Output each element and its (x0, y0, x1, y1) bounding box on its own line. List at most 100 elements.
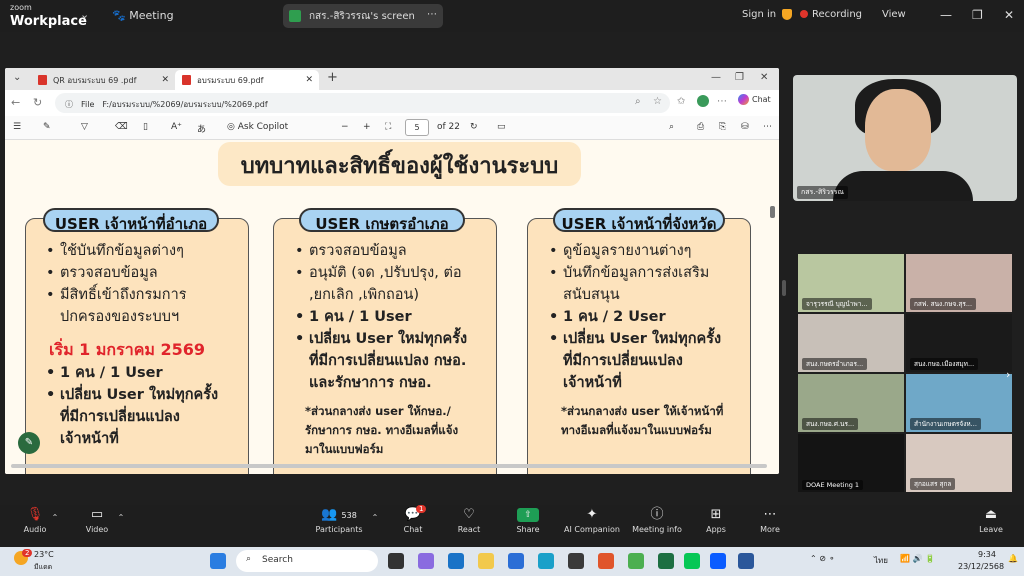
ask-copilot-button[interactable]: ◎ Ask Copilot (227, 122, 288, 132)
participant-tile[interactable]: สุกอแสร สุกล (906, 434, 1012, 492)
firefox-icon[interactable] (598, 553, 614, 569)
new-tab-icon[interactable]: + (327, 70, 338, 85)
shared-browser-window: ⌄ QR อบรมระบบ 69 .pdf ✕ อบรมระบบ 69.pdf ✕ … (5, 68, 779, 474)
read-aloud-icon[interactable]: A⁺ (171, 122, 182, 132)
leave-button[interactable]: ⏏ Leave (956, 505, 1024, 534)
restore-icon[interactable]: ❐ (972, 8, 983, 22)
task-view-icon[interactable] (388, 553, 404, 569)
refresh-icon[interactable]: ↻ (33, 96, 42, 109)
vertical-scrollbar[interactable] (770, 206, 775, 218)
network-volume-icon[interactable]: 📶 🔊 🔋 (900, 554, 935, 563)
rotate-icon[interactable]: ↻ (470, 122, 478, 132)
more-button[interactable]: ⋯ More (735, 505, 805, 534)
restore-icon[interactable]: ❐ (735, 72, 744, 83)
clock-date[interactable]: 23/12/2568 (958, 562, 1004, 571)
copilot-chat-button[interactable]: Chat (738, 94, 771, 105)
contents-icon[interactable]: ☰ (13, 122, 21, 132)
page-number-input[interactable]: 5 (405, 119, 429, 136)
tray-icons[interactable]: ⌃ ⊘ ⚬ (810, 554, 835, 563)
view-button[interactable]: View (882, 9, 906, 20)
close-tab-icon[interactable]: ✕ (161, 75, 169, 85)
back-icon[interactable]: ← (11, 96, 20, 109)
browser-tab-qr[interactable]: QR อบรมระบบ 69 .pdf ✕ (31, 70, 175, 90)
line-icon[interactable] (684, 553, 700, 569)
col2-bold: • 1 คน / 1 User (295, 309, 412, 325)
store-icon[interactable] (448, 553, 464, 569)
chevron-down-icon[interactable]: ⌄ (80, 8, 89, 21)
chrome-icon[interactable] (628, 553, 644, 569)
pdf-page: บทบาทและสิทธิ์ของผู้ใช้งานระบบ USER เจ้า… (5, 140, 779, 474)
minimize-icon[interactable]: — (940, 8, 952, 22)
zoom-in-icon[interactable]: + (363, 122, 371, 132)
sign-in-button[interactable]: Sign in (742, 9, 776, 20)
highlight-icon[interactable]: ✎ (43, 122, 51, 132)
video-options-icon[interactable]: ⌃ (106, 513, 136, 522)
extensions-icon[interactable]: ⋯ (717, 96, 727, 107)
address-bar: ← ↻ ⓘ File F:/อบรมระบบ/%2069/อบรมระบบ/%206… (5, 90, 779, 116)
participant-tile[interactable]: สนง.กษอ.เมืองสมุท... (906, 314, 1012, 372)
browser-tab-active[interactable]: อบรมระบบ 69.pdf ✕ (175, 70, 319, 90)
find-icon[interactable]: ⌕ (669, 122, 674, 132)
taskbar-search[interactable]: ⌕ Search (236, 550, 378, 572)
more-icon[interactable]: ⋯ (427, 9, 437, 20)
col1-bold: • เปลี่ยน User ใหม่ทุกครั้ง (46, 387, 219, 403)
fit-page-icon[interactable]: ⛶ (385, 122, 391, 132)
zoom-app-icon[interactable] (710, 553, 726, 569)
participant-tile[interactable]: จารุวรรณี บุญนำพา... (798, 254, 904, 312)
shared-screen-tab[interactable]: กสร.-สิริวรรณ's screen ⋯ (283, 4, 443, 28)
participant-tile[interactable]: สนง.กษอ.ศ.นร... (798, 374, 904, 432)
clock-time[interactable]: 9:34 (978, 550, 996, 559)
word-icon[interactable] (738, 553, 754, 569)
url-field[interactable]: ⓘ File F:/อบรมระบบ/%2069/อบรมระบบ/%2069.pd… (55, 93, 670, 113)
speaker-video[interactable]: กสร.-สิริวรรณ (793, 75, 1017, 201)
excel-icon[interactable] (658, 553, 674, 569)
language-indicator[interactable]: ไทย (874, 554, 888, 567)
ai-companion-button[interactable]: ✦ AI Companion (557, 505, 627, 534)
draw-icon[interactable]: ▽ (81, 122, 88, 132)
participant-tile[interactable]: สำนักงานเกษตรจังห... (906, 374, 1012, 432)
tab-actions-icon[interactable]: ⌄ (13, 72, 21, 83)
outlook-icon[interactable] (508, 553, 524, 569)
close-tab-icon[interactable]: ✕ (305, 75, 313, 85)
col1-item: ปกครองของระบบฯ (60, 309, 180, 325)
share-icon (289, 10, 301, 22)
windows-taskbar: 2 23°C มีแดด ⌕ Search ⌃ ⊘ ⚬ ไทย 📶 🔊 🔋 9:3… (0, 547, 1024, 576)
more-icon: ⋯ (763, 507, 777, 522)
speaker-name: กสร.-สิริวรรณ (797, 186, 848, 199)
favorites-icon[interactable]: ✩ (677, 96, 685, 107)
favorite-star-icon[interactable]: ☆ (653, 96, 662, 107)
panel-resize-handle[interactable] (782, 280, 786, 296)
participant-tile[interactable]: DOAE Meeting 1 (798, 434, 904, 492)
participant-tile[interactable]: กสฟ. สนง.กษจ.สุร... (906, 254, 1012, 312)
col1-start-date: เริ่ม 1 มกราคม 2569 (49, 340, 206, 359)
translate-icon[interactable]: あ (197, 122, 206, 135)
draw-pen-button[interactable]: ✎ (18, 432, 40, 454)
copilot-icon[interactable] (418, 553, 434, 569)
close-icon[interactable]: ✕ (760, 72, 768, 83)
save-as-icon[interactable]: ⛁ (741, 122, 749, 132)
edge-icon[interactable] (538, 553, 554, 569)
horizontal-scrollbar[interactable] (11, 464, 767, 468)
print-icon[interactable]: ⎙ (697, 122, 704, 132)
recording-indicator[interactable]: Recording (800, 9, 862, 20)
dell-icon[interactable] (568, 553, 584, 569)
meeting-label[interactable]: 🐾 Meeting (112, 9, 174, 22)
profile-avatar[interactable] (697, 95, 709, 107)
close-icon[interactable]: ✕ (1004, 8, 1014, 22)
zoom-out-icon[interactable]: − (341, 122, 349, 132)
next-page-icon[interactable]: › (1006, 368, 1010, 381)
page-view-icon[interactable]: ▯ (143, 122, 148, 132)
zoom-search-icon[interactable]: ⌕ (635, 96, 641, 107)
two-page-icon[interactable]: ▭ (497, 122, 506, 132)
notifications-icon[interactable]: 🔔 (1008, 554, 1018, 563)
participant-tile[interactable]: สนง.กษตรอำเภอร... (798, 314, 904, 372)
start-icon[interactable] (210, 553, 226, 569)
security-shield-icon[interactable] (782, 9, 792, 21)
meeting-controls: 🎙 Audio ⌃ ▭ Video ⌃ 👥 538 Participants ⌃ 💬 C… (0, 505, 1024, 547)
share-button[interactable]: ⇧ Share (493, 505, 563, 534)
erase-icon[interactable]: ⌫ (115, 122, 128, 132)
more-icon[interactable]: ⋯ (763, 122, 772, 132)
file-explorer-icon[interactable] (478, 553, 494, 569)
minimize-icon[interactable]: — (711, 72, 721, 83)
save-icon[interactable]: ⎘ (719, 122, 726, 132)
